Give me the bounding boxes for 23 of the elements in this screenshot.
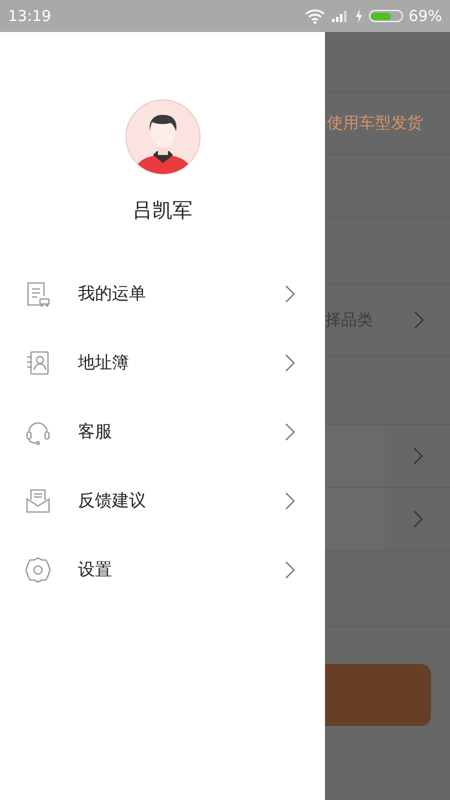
chevron-right-icon xyxy=(285,492,295,510)
avatar[interactable] xyxy=(124,99,200,175)
battery-percent: 69% xyxy=(408,7,442,25)
user-name: 吕凯军 xyxy=(132,197,192,224)
menu-item[interactable]: 我的运单 xyxy=(0,259,325,328)
envelope-icon xyxy=(24,486,52,514)
chevron-right-icon xyxy=(413,447,423,465)
wifi-icon xyxy=(304,8,325,24)
battery-icon xyxy=(368,10,403,22)
chevron-right-icon xyxy=(285,354,295,372)
status-time: 13:19 xyxy=(8,7,52,25)
menu-item[interactable]: 设置 xyxy=(0,535,325,604)
menu-item[interactable]: 反馈建议 xyxy=(0,466,325,535)
menu-item[interactable]: 客服 xyxy=(0,397,325,466)
chevron-right-icon xyxy=(413,510,423,528)
signal-icon xyxy=(330,10,349,22)
chevron-right-icon xyxy=(285,560,295,578)
gear-icon xyxy=(24,556,52,584)
chevron-right-icon xyxy=(285,284,295,302)
menu-item[interactable]: 地址簿 xyxy=(0,328,325,397)
charging-icon xyxy=(354,9,363,23)
chevron-right-icon xyxy=(285,422,295,440)
chevron-right-icon xyxy=(414,311,424,329)
